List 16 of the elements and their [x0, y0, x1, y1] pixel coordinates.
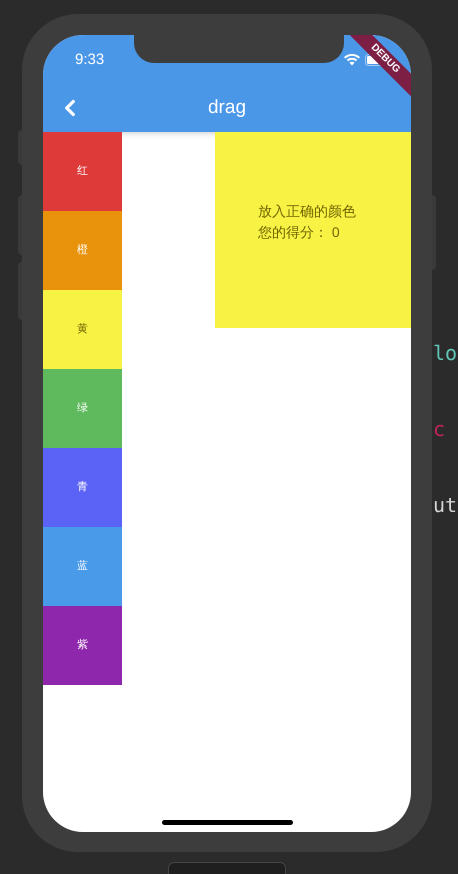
drop-target-text: 您的得分： 0	[258, 223, 341, 242]
color-block[interactable]: 绿	[43, 369, 122, 448]
app-bar-title: drag	[208, 96, 246, 120]
color-block[interactable]: 红	[43, 132, 122, 211]
color-block[interactable]: 蓝	[43, 527, 122, 606]
color-block[interactable]: 橙	[43, 211, 122, 290]
drop-target[interactable]: 放入正确的颜色 您的得分： 0	[215, 132, 411, 328]
status-time: 9:33	[75, 50, 104, 70]
wifi-icon	[344, 54, 360, 66]
color-block[interactable]: 青	[43, 448, 122, 527]
code-text: lo	[433, 340, 458, 367]
color-block[interactable]: 紫	[43, 606, 122, 685]
drop-target-text: 放入正确的颜色	[258, 202, 357, 221]
code-text: ut	[433, 492, 458, 519]
code-text: c	[433, 416, 446, 443]
color-block[interactable]: 黄	[43, 290, 122, 369]
